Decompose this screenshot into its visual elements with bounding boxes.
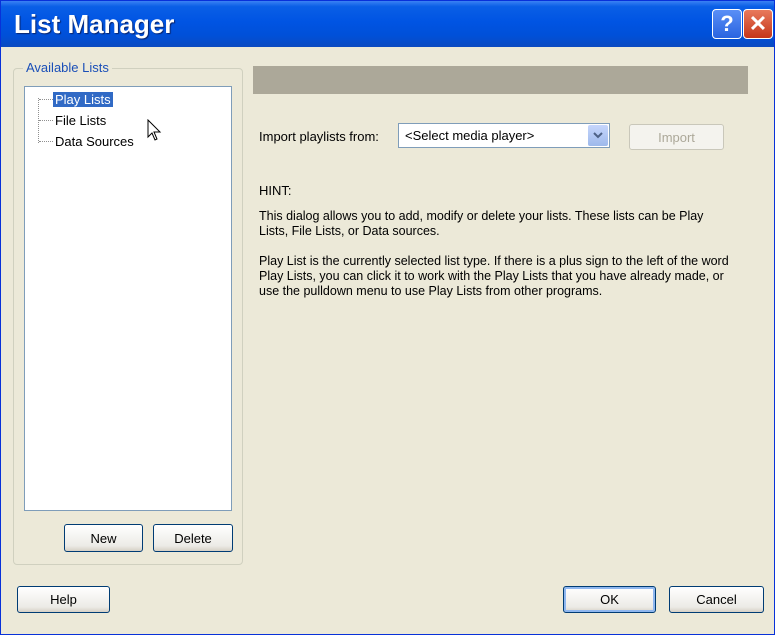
chevron-down-icon[interactable] — [588, 125, 608, 146]
hint-title: HINT: — [259, 183, 292, 198]
tree-item-label: File Lists — [55, 112, 107, 128]
window-title: List Manager — [14, 9, 175, 39]
tree-item-data-sources[interactable]: Data Sources — [39, 132, 136, 150]
list-tree[interactable]: Play Lists File Lists Data Sources — [24, 86, 232, 511]
tree-item-label: Play Lists — [53, 91, 113, 107]
tree-item-file-lists[interactable]: File Lists — [39, 111, 108, 129]
new-button[interactable]: New — [64, 524, 143, 552]
import-from-label: Import playlists from: — [259, 129, 379, 144]
available-lists-label: Available Lists — [23, 60, 112, 75]
help-button[interactable]: Help — [17, 586, 110, 613]
help-title-button[interactable]: ? — [712, 9, 742, 39]
hint-paragraph-1: This dialog allows you to add, modify or… — [259, 209, 704, 238]
media-player-select-value: <Select media player> — [405, 128, 535, 143]
title-bar[interactable]: List Manager ? ✕ — [1, 1, 774, 47]
import-button[interactable]: Import — [629, 124, 724, 150]
tree-item-label: Data Sources — [55, 133, 134, 149]
hint-paragraph-2: Play List is the currently selected list… — [259, 254, 729, 298]
cancel-button[interactable]: Cancel — [669, 586, 764, 613]
tree-item-play-lists[interactable]: Play Lists — [39, 90, 113, 108]
media-player-select[interactable]: <Select media player> — [398, 123, 610, 148]
delete-button[interactable]: Delete — [153, 524, 233, 552]
ok-button[interactable]: OK — [563, 586, 656, 613]
mouse-pointer-icon — [147, 119, 162, 141]
close-button[interactable]: ✕ — [743, 9, 773, 39]
list-type-header-bar — [253, 66, 748, 94]
